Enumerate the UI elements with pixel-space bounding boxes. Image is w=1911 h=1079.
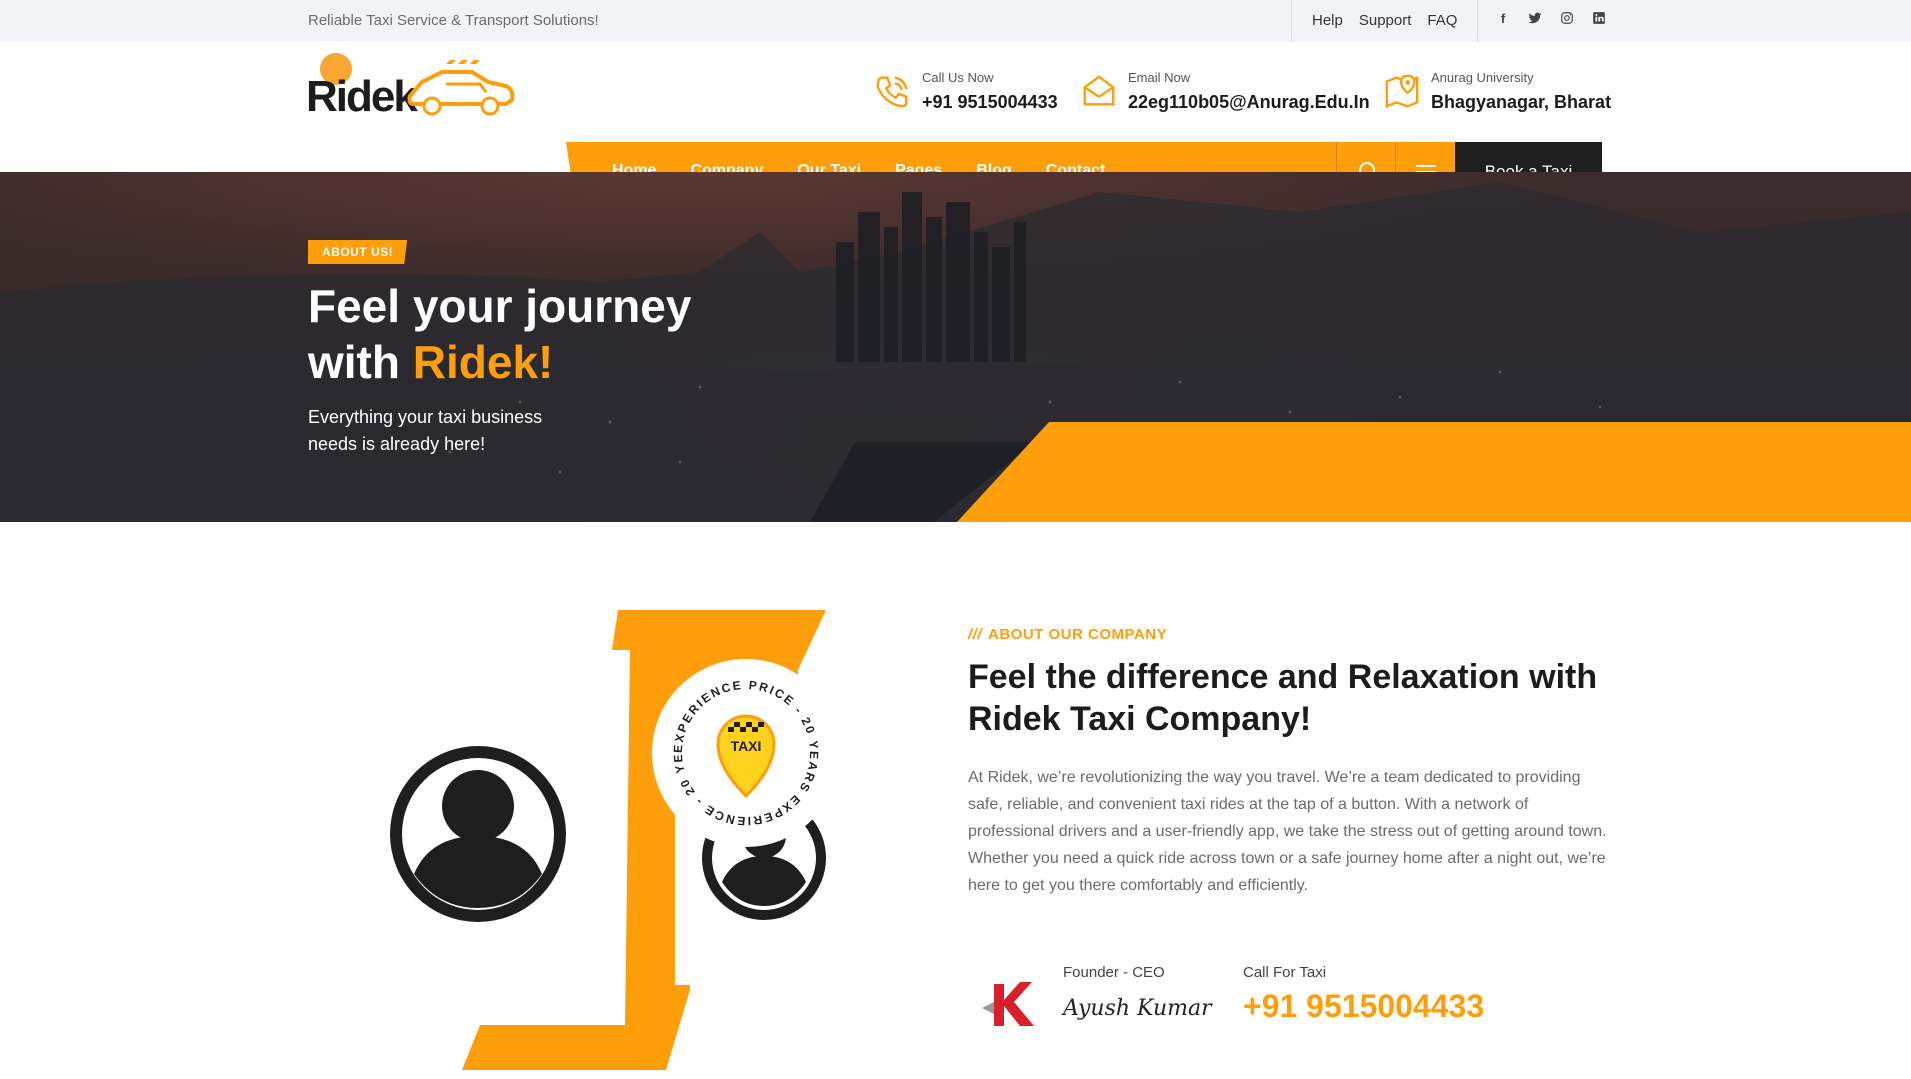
facebook-icon[interactable]: f (1496, 11, 1510, 27)
divider (1291, 0, 1292, 42)
contact-label: Anurag University (1431, 70, 1534, 85)
about-title: Feel the difference and Relaxation with … (968, 658, 1598, 738)
founder-signature: Ayush Kumar (1063, 996, 1212, 1021)
contact-label: Email Now (1128, 70, 1191, 85)
founder-signature-logo (982, 982, 1034, 1026)
social-links: f (1496, 11, 1606, 27)
about-us-badge: ABOUT US! (308, 240, 408, 264)
call-for-taxi-number[interactable]: +91 9515004433 (1243, 988, 1484, 1025)
email-address[interactable]: 22eg110b05@Anurag.Edu.In (1128, 92, 1370, 113)
location-value: Bhagyanagar, Bharat (1431, 92, 1612, 112)
map-icon (1385, 74, 1419, 108)
hero-stripe-orange (957, 422, 1911, 522)
phone-icon (876, 76, 908, 108)
hero-banner (0, 172, 1911, 522)
kicker-slashes: /// (968, 626, 983, 643)
badge-center-text: TAXI (731, 738, 762, 754)
hero-title-line1: Feel your journey (308, 280, 692, 332)
tagline: Reliable Taxi Service & Transport Soluti… (308, 12, 599, 29)
hero-title: Feel your journey with Ridek! (308, 278, 768, 390)
about-kicker: /// ABOUT OUR COMPANY (968, 626, 1167, 643)
about-image-composition: EXPERIENCE PRICE - 20 YEARS EXPERIENCE -… (370, 610, 840, 1070)
faq-link[interactable]: FAQ (1427, 12, 1457, 29)
top-links: Help Support FAQ (1312, 12, 1457, 29)
call-for-taxi-label: Call For Taxi (1243, 964, 1327, 981)
divider (1477, 0, 1478, 42)
hero-title-accent: Ridek! (412, 336, 554, 388)
linkedin-icon[interactable] (1592, 11, 1606, 27)
hero-title-prefix: with (308, 336, 413, 388)
twitter-icon[interactable] (1528, 11, 1542, 27)
phone-number[interactable]: +91 9515004433 (922, 92, 1058, 113)
logo-car-icon (407, 60, 515, 116)
top-bar: Reliable Taxi Service & Transport Soluti… (0, 0, 1911, 42)
help-link[interactable]: Help (1312, 12, 1343, 29)
support-link[interactable]: Support (1359, 12, 1412, 29)
logo-text: Ridek (306, 72, 418, 121)
avatar-icon (390, 746, 566, 922)
about-description: At Ridek, we’re revolutionizing the way … (968, 769, 1607, 894)
instagram-icon[interactable] (1560, 11, 1574, 27)
kicker-text: ABOUT OUR COMPANY (988, 626, 1168, 643)
hero-subtitle: Everything your taxi business needs is a… (308, 407, 543, 454)
founder-role: Founder - CEO (1063, 964, 1165, 981)
ridek-logo[interactable]: Ridek (306, 50, 515, 121)
mail-icon (1083, 75, 1115, 106)
contact-label: Call Us Now (922, 70, 994, 85)
